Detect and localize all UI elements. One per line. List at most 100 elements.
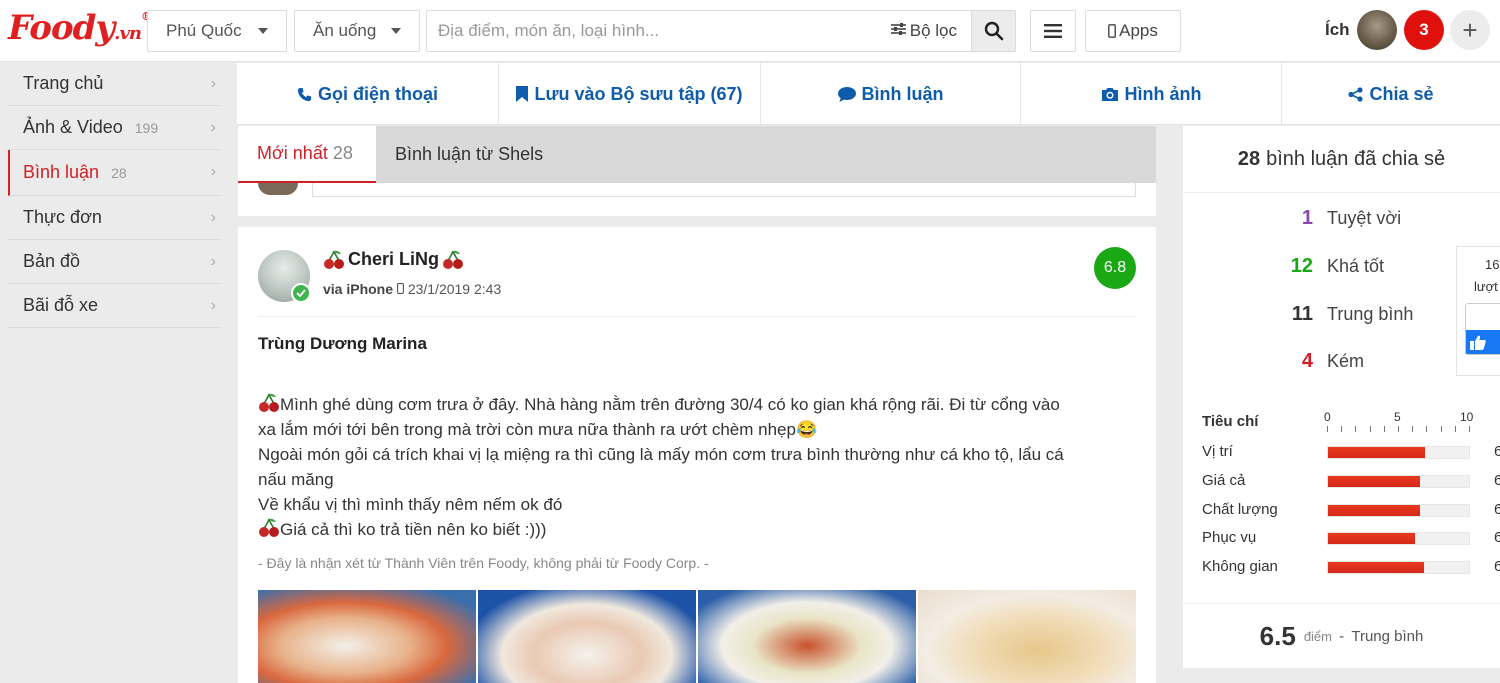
sidebar-item-reviews[interactable]: Bình luận 28 › [8, 150, 220, 196]
review-text: Mình ghé dùng cơm trưa ở đây. Nhà hàng n… [258, 392, 1138, 542]
sidebar-item-label: Bình luận [23, 162, 100, 182]
cherry-icon [259, 393, 279, 412]
fb-like-button[interactable] [1465, 303, 1500, 355]
facebook-like-widget: 16 lượt [1456, 246, 1500, 376]
action-bar: Gọi điện thoại Lưu vào Bộ sưu tập (67) B… [237, 63, 1500, 125]
review-line: Ngoài món gỏi cá trích khai vị lạ miệng … [258, 445, 1064, 464]
criterion-service: Phục vụ 6 [1202, 528, 1500, 548]
criterion-bar [1327, 532, 1470, 545]
comment-icon [837, 86, 856, 102]
review-disclaimer: - Đây là nhận xét từ Thành Viên trên Foo… [258, 555, 709, 571]
criterion-value: 6 [1494, 501, 1500, 518]
share-label: Chia sẻ [1369, 83, 1434, 104]
criterion-bar-fill [1328, 447, 1426, 458]
criterion-bar-fill [1328, 533, 1416, 544]
camera-icon [1101, 87, 1119, 102]
search-bar: Bộ lọc [426, 10, 1016, 52]
review-meta: via iPhone 23/1/2019 2:43 [323, 281, 501, 297]
review-score-badge: 6.8 [1094, 247, 1136, 289]
review-photo[interactable] [478, 590, 696, 683]
review-device: via iPhone [323, 281, 394, 297]
notification-badge[interactable]: 3 [1404, 10, 1444, 50]
verified-check-icon [291, 283, 311, 303]
caret-down-icon [258, 28, 268, 34]
search-input[interactable] [438, 21, 891, 41]
criterion-label: Vị trí [1202, 443, 1233, 460]
rating-row-poor[interactable]: 4 Kém [1183, 346, 1453, 376]
divider [258, 316, 1136, 317]
comment-button[interactable]: Bình luận [761, 63, 1021, 125]
sidebar-item-map[interactable]: Bản đồ › [8, 240, 220, 284]
call-label: Gọi điện thoại [318, 83, 438, 104]
criterion-quality: Chất lượng 6 [1202, 500, 1500, 520]
sliders-icon [890, 22, 906, 41]
review-tabs: Mới nhất 28 Bình luận từ Shels [238, 126, 1156, 183]
rating-row-good[interactable]: 12 Khá tốt [1183, 251, 1453, 281]
user-avatar[interactable] [1357, 10, 1397, 50]
thumbs-up-icon [1470, 335, 1486, 350]
sidebar-item-parking[interactable]: Bãi đỗ xe › [8, 284, 220, 328]
criterion-value: 6 [1494, 443, 1500, 460]
save-label: Lưu vào Bộ sưu tập (67) [534, 83, 743, 104]
sidebar-item-label: Bãi đỗ xe [23, 295, 99, 315]
review-line: xa lắm mới tới bên trong mà trời còn mưa… [258, 420, 818, 439]
review-title[interactable]: Trùng Dương Marina [258, 334, 427, 354]
mobile-icon [1108, 24, 1117, 38]
tab-latest[interactable]: Mới nhất 28 [238, 126, 376, 183]
tab-shels[interactable]: Bình luận từ Shels [376, 126, 562, 183]
rating-row-excellent[interactable]: 1 Tuyệt vời [1183, 203, 1453, 233]
category-dropdown[interactable]: Ăn uống [294, 10, 420, 52]
save-to-collection-button[interactable]: Lưu vào Bộ sưu tập (67) [499, 63, 761, 125]
call-button[interactable]: Gọi điện thoại [237, 63, 499, 125]
foody-logo[interactable]: Foody.vn® [8, 8, 152, 48]
apps-label: Apps [1119, 21, 1158, 40]
criterion-label: Chất lượng [1202, 501, 1278, 518]
sidebar-item-count: 199 [134, 119, 159, 136]
criterion-label: Không gian [1202, 558, 1278, 575]
review-photo[interactable] [698, 590, 916, 683]
cherry-icon [259, 518, 279, 537]
review-line: Về khẩu vị thì mình thấy nêm nếm ok đó [258, 495, 563, 514]
search-icon [984, 21, 1003, 41]
criterion-label: Giá cả [1202, 472, 1246, 489]
fb-like-count: 16 [1485, 257, 1500, 272]
share-button[interactable]: Chia sẻ [1282, 63, 1500, 125]
criterion-bar [1327, 504, 1470, 517]
reviewer-name[interactable]: Cheri LiNg [323, 249, 464, 270]
cherry-icon [324, 250, 344, 269]
tab-latest-label: Mới nhất [257, 143, 328, 163]
chevron-right-icon: › [210, 209, 216, 226]
search-button[interactable] [971, 11, 1015, 51]
review-date: 23/1/2019 2:43 [407, 281, 502, 297]
criterion-bar-fill [1328, 476, 1420, 487]
review-photo[interactable] [918, 590, 1136, 683]
chevron-right-icon: › [210, 163, 216, 180]
comment-input[interactable] [312, 183, 1136, 197]
sidebar-item-menu[interactable]: Thực đơn › [8, 196, 220, 240]
filter-button[interactable]: Bộ lọc [890, 21, 971, 41]
summary-title: 28 bình luận đã chia sẻ [1183, 126, 1500, 193]
rating-row-average[interactable]: 11 Trung bình [1183, 299, 1453, 329]
scale-label: 0 [1324, 410, 1331, 424]
scale-label: 5 [1394, 410, 1401, 424]
criterion-bar [1327, 446, 1470, 459]
criterion-value: 6 [1494, 558, 1500, 575]
chevron-right-icon: › [210, 297, 216, 314]
criterion-bar [1327, 475, 1470, 488]
location-dropdown[interactable]: Phú Quốc [147, 10, 287, 52]
sidebar-item-home[interactable]: Trang chủ › [8, 62, 220, 106]
summary-total-label: bình luận đã chia sẻ [1266, 147, 1446, 170]
apps-button[interactable]: Apps [1085, 10, 1181, 52]
criterion-bar-fill [1328, 505, 1420, 516]
sidebar-item-photos-videos[interactable]: Ảnh & Video 199 › [8, 106, 220, 150]
criterion-value: 6 [1494, 529, 1500, 546]
category-value: Ăn uống [313, 21, 377, 40]
average-score-label: Trung bình [1351, 627, 1424, 645]
username[interactable]: Ích [1325, 20, 1350, 40]
add-button[interactable]: + [1450, 10, 1490, 50]
photos-button[interactable]: Hình ảnh [1021, 63, 1282, 125]
comment-label: Bình luận [861, 83, 944, 104]
average-score: 6.5 điểm - Trung bình [1183, 603, 1500, 668]
review-photo[interactable] [258, 590, 476, 683]
menu-button[interactable] [1030, 10, 1076, 52]
